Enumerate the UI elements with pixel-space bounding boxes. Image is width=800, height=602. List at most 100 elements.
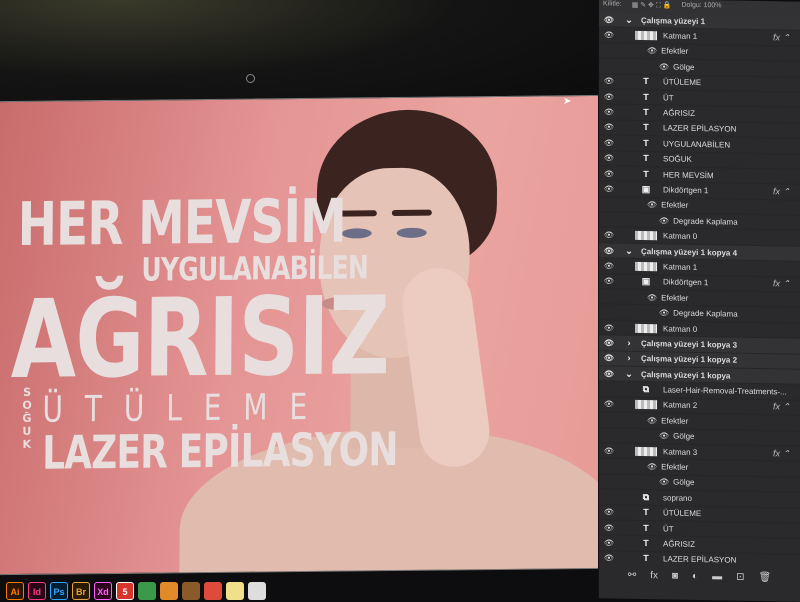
layer-name: Gölge	[673, 478, 694, 487]
visibility-eye-icon[interactable]: 👁	[599, 354, 619, 363]
trash-icon[interactable]: 🗑	[758, 572, 771, 583]
dock-app-icon[interactable]: Xd	[94, 582, 112, 600]
layer-name: HER MEVSİM	[663, 170, 714, 180]
visibility-eye-icon[interactable]: 👁	[599, 123, 619, 132]
visibility-eye-icon[interactable]: 👁	[599, 338, 619, 347]
visibility-eye-icon[interactable]: 👁	[599, 138, 619, 147]
visibility-eye-icon[interactable]: 👁	[599, 538, 619, 547]
chevron-right-icon[interactable]: ›	[623, 339, 635, 348]
photo-brow	[392, 210, 432, 216]
visibility-eye-icon[interactable]: 👁	[599, 369, 619, 378]
folder-icon[interactable]: ▬	[712, 571, 722, 582]
visibility-eye-icon[interactable]: 👁	[599, 169, 619, 178]
dock-app-icon[interactable]	[160, 582, 178, 600]
chevron-right-icon[interactable]: ›	[623, 354, 635, 363]
effect-eye-icon[interactable]: 👁	[647, 47, 657, 56]
new-layer-icon[interactable]: ⊡	[736, 571, 744, 582]
visibility-eye-icon[interactable]: 👁	[599, 30, 619, 39]
layer-thumbnail	[635, 400, 657, 409]
background	[0, 0, 600, 110]
smart-layer-icon: ⧉	[635, 385, 657, 394]
layer-name: Efektler	[661, 462, 688, 471]
visibility-eye-icon[interactable]: 👁	[599, 277, 619, 286]
effect-eye-icon[interactable]: 👁	[659, 216, 669, 225]
dock-app-icon[interactable]: Ai	[6, 582, 24, 600]
layer-name: LAZER EPİLASYON	[663, 124, 736, 134]
adjustment-icon[interactable]: ◐	[692, 570, 698, 581]
dock-app-icon[interactable]: 5	[116, 582, 134, 600]
layer-name: Laser-Hair-Removal-Treatments-...	[663, 385, 787, 396]
visibility-eye-icon[interactable]: 👁	[599, 523, 619, 532]
visibility-eye-icon[interactable]: 👁	[599, 77, 619, 86]
layer-name: Katman 1	[663, 31, 697, 41]
dock-app-icon[interactable]	[204, 582, 222, 600]
fx-icon[interactable]: fx ⌃	[773, 402, 790, 413]
dock-app-icon[interactable]	[248, 582, 266, 600]
visibility-eye-icon[interactable]: 👁	[599, 153, 619, 162]
layer-name: Katman 3	[663, 447, 697, 457]
visibility-eye-icon[interactable]: 👁	[599, 261, 619, 270]
layer-list: 👁⌄Çalışma yüzeyi 1👁Katman 1fx ⌃👁Efektler…	[599, 12, 800, 570]
mouse-cursor-icon: ➤	[563, 96, 571, 107]
layer-thumbnail	[635, 231, 657, 240]
fx-icon[interactable]: fx ⌃	[773, 32, 790, 43]
visibility-eye-icon[interactable]: 👁	[599, 246, 619, 255]
layer-name: Dikdörtgen 1	[663, 185, 708, 195]
text-layer-icon: T	[635, 523, 657, 532]
layer-name: Katman 1	[663, 262, 697, 272]
visibility-eye-icon[interactable]: 👁	[599, 92, 619, 101]
layer-thumbnail	[635, 447, 657, 456]
layer-thumbnail	[635, 31, 657, 40]
layer-name: ÜT	[663, 93, 674, 102]
fx-icon[interactable]: fx ⌃	[773, 186, 790, 197]
rotate-handle[interactable]	[246, 74, 255, 83]
visibility-eye-icon[interactable]: 👁	[599, 446, 619, 455]
lock-label: Kilitle:	[603, 0, 622, 10]
visibility-eye-icon[interactable]: 👁	[599, 554, 619, 563]
dock-app-icon[interactable]: Br	[72, 582, 90, 600]
shape-layer-icon: ▣	[635, 277, 657, 286]
poster-text-agrisiz: AĞRISIZ	[11, 274, 390, 403]
visibility-eye-icon[interactable]: 👁	[599, 230, 619, 239]
visibility-eye-icon[interactable]: 👁	[599, 107, 619, 116]
chevron-down-icon[interactable]: ⌄	[623, 15, 635, 24]
effect-eye-icon[interactable]: 👁	[647, 200, 657, 209]
visibility-eye-icon[interactable]: 👁	[599, 400, 619, 409]
layer-name: AĞRISIZ	[663, 108, 695, 118]
dock-app-icon[interactable]	[226, 582, 244, 600]
effect-eye-icon[interactable]: 👁	[659, 308, 669, 317]
fill-label[interactable]: Dolgu: 100%	[681, 2, 721, 13]
effect-eye-icon[interactable]: 👁	[647, 293, 657, 302]
dock-app-icon[interactable]: Ps	[50, 582, 68, 600]
fx-icon[interactable]: fx ⌃	[773, 279, 790, 290]
visibility-eye-icon[interactable]: 👁	[599, 184, 619, 193]
chevron-down-icon[interactable]: ⌄	[623, 246, 635, 255]
text-layer-icon: T	[635, 539, 657, 548]
link-icon[interactable]: ⚯	[628, 569, 636, 580]
visibility-eye-icon[interactable]: 👁	[599, 507, 619, 516]
effect-eye-icon[interactable]: 👁	[647, 462, 657, 471]
mask-icon[interactable]: ◙	[672, 570, 678, 581]
fx-icon[interactable]: fx	[650, 570, 658, 581]
layer-thumbnail	[635, 262, 657, 271]
layer-name: Çalışma yüzeyi 1 kopya 4	[641, 247, 737, 258]
visibility-eye-icon[interactable]: 👁	[599, 15, 619, 24]
effect-eye-icon[interactable]: 👁	[659, 62, 669, 71]
fx-icon[interactable]: fx ⌃	[773, 448, 790, 459]
lock-icons[interactable]: ▦ ✎ ✥ ⛶ 🔒	[632, 1, 672, 12]
shape-layer-icon: ▣	[635, 185, 657, 194]
visibility-eye-icon[interactable]: 👁	[599, 323, 619, 332]
poster-text-soguk: SOĞUK	[20, 386, 33, 451]
layer-name: Katman 2	[663, 401, 697, 411]
layer-name: Katman 0	[663, 232, 697, 242]
effect-eye-icon[interactable]: 👁	[659, 432, 669, 441]
chevron-down-icon[interactable]: ⌄	[623, 369, 635, 378]
effect-eye-icon[interactable]: 👁	[659, 478, 669, 487]
dock-app-icon[interactable]	[182, 582, 200, 600]
dock-app-icon[interactable]	[138, 582, 156, 600]
dock-app-icon[interactable]: Id	[28, 582, 46, 600]
artboard-canvas[interactable]: HER MEVSİM UYGULANABİLEN AĞRISIZ SOĞUK Ü…	[0, 95, 614, 576]
layer-name: ÜTÜLEME	[663, 509, 701, 519]
text-layer-icon: T	[635, 93, 657, 102]
effect-eye-icon[interactable]: 👁	[647, 416, 657, 425]
